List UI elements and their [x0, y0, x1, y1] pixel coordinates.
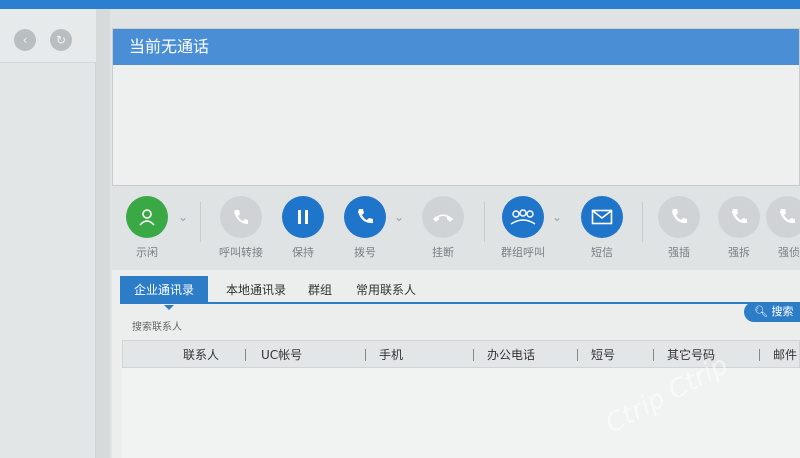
search-input[interactable]: 搜索联系人: [132, 318, 182, 333]
column-office-phone[interactable]: 办公电话: [487, 341, 535, 369]
call-status-title: 当前无通话: [113, 29, 799, 65]
column-mobile[interactable]: 手机: [379, 341, 403, 369]
envelope-icon: [581, 196, 623, 238]
column-contact[interactable]: 联系人: [183, 341, 219, 369]
call-toolbar: 示闲 ⌄ 呼叫转接 保持 拨号 ⌄ 挂断 群组呼叫 ⌄ 短信 强插 强拆 强侦: [112, 188, 800, 266]
tab-local-directory[interactable]: 本地通讯录: [226, 276, 286, 304]
window-top-bar: [0, 0, 800, 9]
dial-button[interactable]: 拨号: [330, 196, 400, 260]
column-divider: [653, 349, 654, 361]
idle-dropdown-chevron-icon[interactable]: ⌄: [178, 210, 188, 224]
toolbar-divider: [200, 202, 201, 242]
group-call-button[interactable]: 群组呼叫: [488, 196, 558, 260]
search-button[interactable]: 🔍︎ 搜索: [744, 302, 800, 322]
left-panel-header: ‹ ↻: [0, 9, 96, 63]
refresh-icon[interactable]: ↻: [50, 29, 72, 51]
tab-groups[interactable]: 群组: [308, 276, 332, 304]
toolbar-divider: [484, 202, 485, 242]
idle-icon: [126, 196, 168, 238]
back-icon[interactable]: ‹: [14, 29, 36, 51]
left-panel: ‹ ↻: [0, 9, 96, 458]
hold-button[interactable]: 保持: [268, 196, 338, 260]
call-status-panel: 当前无通话: [112, 28, 800, 186]
force-release-icon: [718, 196, 760, 238]
toolbar-divider: [642, 202, 643, 242]
tab-frequent-contacts[interactable]: 常用联系人: [356, 276, 416, 304]
hangup-button[interactable]: 挂断: [408, 196, 478, 260]
column-divider: [365, 349, 366, 361]
dial-dropdown-chevron-icon[interactable]: ⌄: [394, 210, 404, 224]
panel-divider: [96, 9, 110, 458]
monitor-icon: [766, 196, 800, 238]
column-divider: [245, 349, 246, 361]
column-uc-account[interactable]: UC帐号: [261, 341, 302, 369]
transfer-button[interactable]: 呼叫转接: [206, 196, 276, 260]
column-email[interactable]: 邮件: [773, 341, 797, 369]
tab-enterprise-directory[interactable]: 企业通讯录: [120, 276, 209, 310]
idle-button[interactable]: 示闲: [112, 196, 182, 260]
search-icon: 🔍︎: [754, 305, 768, 318]
column-divider: [473, 349, 474, 361]
column-divider: [759, 349, 760, 361]
sms-button[interactable]: 短信: [567, 196, 637, 260]
transfer-icon: [220, 196, 262, 238]
column-divider: [577, 349, 578, 361]
group-icon: [502, 196, 544, 238]
column-short-number[interactable]: 短号: [591, 341, 615, 369]
pause-icon: [282, 196, 324, 238]
phone-icon: [344, 196, 386, 238]
contacts-tabs: 企业通讯录 本地通讯录 群组 常用联系人: [120, 276, 800, 310]
group-call-dropdown-chevron-icon[interactable]: ⌄: [552, 210, 562, 224]
monitor-button[interactable]: 强侦: [762, 196, 800, 260]
hangup-icon: [422, 196, 464, 238]
barge-in-icon: [658, 196, 700, 238]
